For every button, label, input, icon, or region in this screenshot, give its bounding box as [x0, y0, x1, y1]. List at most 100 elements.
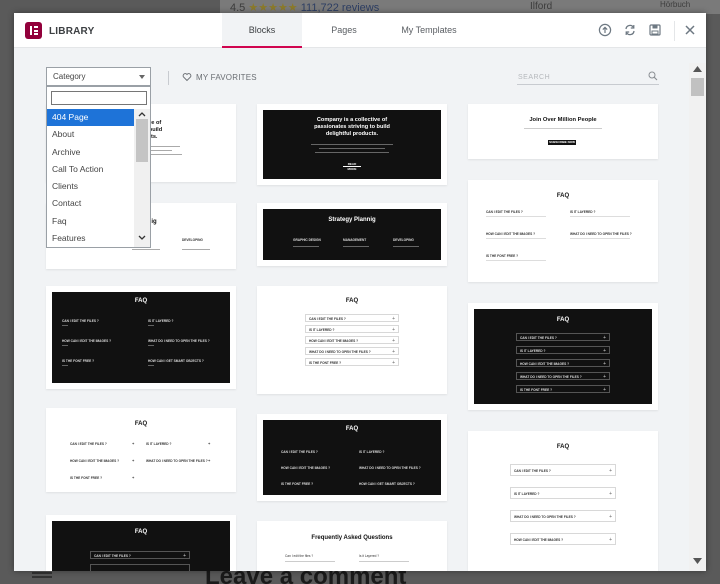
main-scrollbar-thumb[interactable]: [691, 78, 704, 96]
tab-blocks[interactable]: Blocks: [222, 13, 302, 48]
preview-label: DEVELOPING: [182, 238, 203, 242]
main-scrollbar[interactable]: [689, 63, 706, 571]
preview-title: FAQ: [556, 444, 570, 450]
category-option[interactable]: Call To Action: [47, 161, 134, 178]
template-card[interactable]: FAQ CAN I EDIT THE FILES ? IS IT LAYERED…: [468, 180, 658, 282]
toolbar-divider: [168, 71, 169, 85]
category-select[interactable]: Category: [46, 67, 151, 86]
faq-question: HOW CAN I GET SMART OBJECTS ?: [359, 482, 415, 486]
category-option[interactable]: Features: [47, 230, 134, 247]
modal-title: LIBRARY: [49, 26, 95, 37]
faq-question: WHAT DO I NEED TO OPEN THE FILES ?: [148, 339, 210, 343]
faq-question: CAN I EDIT THE FILES ?: [94, 554, 131, 558]
category-dropdown: 404 Page About Archive Call To Action Cl…: [46, 86, 151, 248]
template-card[interactable]: Join Over Million People SUBSCRIBE NOW: [468, 104, 658, 159]
category-option[interactable]: About: [47, 126, 134, 143]
faq-row: HOW CAN I EDIT THE IMAGES ? +: [510, 533, 616, 545]
faq-question: CAN I EDIT THE FILES ?: [514, 469, 551, 473]
faq-question: HOW CAN I EDIT THE IMAGES ?: [62, 339, 112, 343]
template-card[interactable]: FAQ CAN I EDIT THE FILES ? + IS IT LAYERE…: [257, 286, 447, 394]
template-card[interactable]: Frequently Asked Questions Can I edit th…: [257, 521, 447, 571]
faq-question: WHAT DO I NEED TO OPEN THE FILES ?: [359, 466, 421, 470]
preview-label: MANAGEMENT: [343, 238, 367, 242]
template-preview: FAQ CAN I EDIT THE FILES ? IS IT LAYERED…: [474, 186, 652, 276]
template-preview: Join Over Million People SUBSCRIBE NOW: [474, 110, 652, 153]
template-card[interactable]: FAQ CAN I EDIT THE FILES ? IS IT LAYERED…: [46, 408, 236, 492]
faq-question: IS THE FONT FREE ?: [70, 476, 103, 480]
scroll-up-arrow-icon[interactable]: [693, 66, 702, 72]
preview-title: nnig: [144, 219, 230, 225]
faq-question: CAN I EDIT THE FILES ?: [281, 450, 318, 454]
preview-title: Company is a collective of passionates s…: [263, 117, 441, 138]
faq-question: CAN I EDIT THE FILES ?: [309, 317, 346, 321]
category-option[interactable]: Contact: [47, 195, 134, 212]
faq-row: WHAT DO I NEED TO OPEN THE FILES ? +: [516, 372, 610, 380]
template-card[interactable]: Company is a collective of passionates s…: [257, 104, 447, 185]
faq-row: CAN I EDIT THE FILES ? +: [90, 551, 190, 559]
faq-question: IS IT LAYERED ?: [148, 319, 174, 323]
faq-row: CAN I EDIT THE FILES ? +: [510, 464, 616, 476]
faq-question: HOW CAN I EDIT THE IMAGES ?: [486, 232, 536, 236]
faq-row: WHAT DO I NEED TO OPEN THE FILES ? +: [305, 347, 399, 355]
faq-row: IS IT LAYERED ? +: [305, 325, 399, 333]
preview-title-line: Company is a collective of: [316, 117, 388, 123]
template-preview: FAQ CAN I EDIT THE FILES ? IS IT LAYERED…: [52, 292, 230, 383]
category-option[interactable]: Clients: [47, 178, 134, 195]
scroll-down-arrow-icon[interactable]: [693, 558, 702, 564]
template-preview: Company is a collective of passionates s…: [263, 110, 441, 179]
modal-header: LIBRARY Blocks Pages My Templates: [14, 13, 706, 48]
template-card[interactable]: FAQ CAN I EDIT THE FILES ? IS IT LAYERED…: [257, 414, 447, 501]
faq-row: WHAT DO I NEED TO OPEN THE FILES ? +: [510, 510, 616, 522]
template-preview: FAQ CAN I EDIT THE FILES ? + IS IT LAYERE…: [263, 292, 441, 388]
preview-title: Frequently Asked Questions: [311, 535, 393, 541]
template-card[interactable]: FAQ CAN I EDIT THE FILES ? +: [46, 515, 236, 571]
tab-pages[interactable]: Pages: [314, 13, 374, 48]
caret-down-icon: [139, 75, 145, 79]
faq-question: Is it Layered ?: [359, 554, 380, 558]
template-preview: Frequently Asked Questions Can I edit th…: [263, 527, 441, 571]
faq-question: HOW CAN I EDIT THE IMAGES ?: [70, 459, 120, 463]
menu-icon: [32, 572, 52, 574]
save-icon[interactable]: [648, 23, 662, 37]
template-card[interactable]: FAQ CAN I EDIT THE FILES ? + IS IT LAYERE…: [468, 431, 658, 571]
backdrop-text: Ilford: [530, 1, 553, 12]
chevron-down-icon[interactable]: [138, 235, 146, 241]
close-icon[interactable]: [683, 23, 697, 37]
dropdown-scrollbar[interactable]: [134, 109, 150, 247]
faq-question: CAN I EDIT THE FILES ?: [62, 319, 99, 323]
faq-question: IS IT LAYERED ?: [570, 210, 596, 214]
chevron-up-icon[interactable]: [138, 111, 146, 117]
preview-title: FAQ: [345, 426, 359, 432]
dropdown-scrollbar-thumb[interactable]: [136, 119, 148, 162]
preview-title: FAQ: [345, 298, 359, 304]
category-options: 404 Page About Archive Call To Action Cl…: [47, 109, 134, 247]
category-option[interactable]: 404 Page: [47, 109, 134, 127]
template-preview: FAQ CAN I EDIT THE FILES ? IS IT LAYERED…: [263, 420, 441, 495]
search-icon[interactable]: [648, 71, 658, 81]
upload-icon[interactable]: [598, 23, 612, 37]
faq-question: CAN I EDIT THE FILES ?: [520, 336, 557, 340]
faq-row: IS IT LAYERED ? +: [510, 487, 616, 499]
template-card[interactable]: Strategy Plannig GRAPHIC DESIGN MANAGEME…: [257, 203, 447, 266]
faq-row: HOW CAN I EDIT THE IMAGES ? +: [516, 359, 610, 367]
category-select-value: Category: [53, 72, 86, 81]
template-card[interactable]: FAQ CAN I EDIT THE FILES ? + IS IT LAYERE…: [468, 303, 658, 410]
faq-row: CAN I EDIT THE FILES ? +: [516, 333, 610, 341]
faq-question: Can I edit the files ?: [285, 554, 314, 558]
preview-title: FAQ: [134, 529, 148, 535]
category-option[interactable]: Archive: [47, 144, 134, 161]
template-preview: FAQ CAN I EDIT THE FILES ? + IS IT LAYERE…: [474, 437, 652, 565]
search-input[interactable]: [517, 70, 659, 85]
faq-question: IS THE FONT FREE ?: [520, 388, 553, 392]
faq-question: IS IT LAYERED ?: [146, 442, 172, 446]
category-search-input[interactable]: [51, 91, 147, 105]
faq-question: IS IT LAYERED ?: [309, 328, 335, 332]
tab-my-templates[interactable]: My Templates: [384, 13, 474, 48]
template-card[interactable]: FAQ CAN I EDIT THE FILES ? IS IT LAYERED…: [46, 286, 236, 389]
category-option[interactable]: Faq: [47, 213, 134, 230]
template-preview: FAQ CAN I EDIT THE FILES ? IS IT LAYERED…: [52, 414, 230, 486]
preview-label: DEVELOPING: [393, 238, 414, 242]
faq-row: IS IT LAYERED ? +: [516, 346, 610, 354]
sync-icon[interactable]: [623, 23, 637, 37]
preview-title: Strategy Plannig: [328, 217, 376, 223]
